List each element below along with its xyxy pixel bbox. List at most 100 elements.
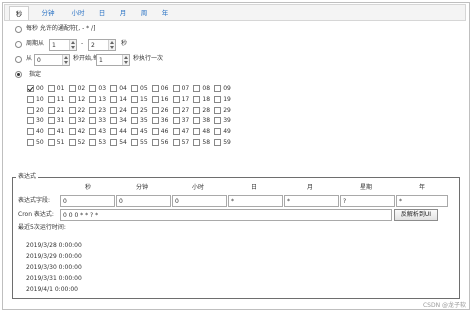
cycle-to-input[interactable]: 2 — [88, 39, 116, 51]
checkbox[interactable] — [172, 95, 180, 103]
checkbox[interactable] — [214, 139, 222, 146]
checkbox[interactable] — [151, 139, 159, 146]
checkbox[interactable] — [214, 85, 222, 92]
tab-bar: 秒 分钟 小时 日 月 周 年 — [4, 4, 466, 21]
checkbox[interactable] — [172, 106, 180, 114]
second-checkbox-item[interactable]: 39 — [214, 117, 238, 126]
checkbox[interactable] — [89, 117, 97, 125]
checkbox[interactable] — [151, 85, 159, 92]
checkbox[interactable] — [27, 139, 34, 146]
checkbox[interactable] — [27, 106, 34, 114]
second-checkbox-item[interactable]: 59 — [214, 139, 238, 148]
checkbox[interactable] — [193, 106, 201, 114]
col-header-day: 日 — [250, 184, 257, 191]
from-step-spinner[interactable] — [122, 55, 129, 65]
checkbox[interactable] — [68, 117, 76, 125]
checkbox[interactable] — [193, 117, 201, 125]
checkbox[interactable] — [27, 128, 34, 136]
checkbox[interactable] — [110, 95, 118, 103]
second-checkbox-item[interactable]: 09 — [214, 85, 238, 94]
checkbox[interactable] — [172, 139, 180, 146]
checkbox[interactable] — [47, 85, 55, 92]
checkbox[interactable] — [151, 117, 159, 125]
checkbox[interactable] — [47, 128, 55, 136]
field-month-input[interactable]: * — [284, 195, 339, 207]
field-minute-input[interactable]: 0 — [116, 195, 171, 207]
checkbox-label: 35 — [140, 117, 148, 125]
checkbox[interactable] — [110, 106, 118, 114]
field-year-input[interactable]: * — [396, 195, 448, 207]
checkbox[interactable] — [172, 117, 180, 125]
second-checkbox-item[interactable]: 49 — [214, 128, 238, 137]
checkbox[interactable] — [89, 95, 97, 103]
from-step-input[interactable]: 1 — [96, 54, 130, 66]
tab-minute[interactable]: 分钟 — [35, 6, 61, 20]
radio-specify[interactable] — [15, 71, 22, 78]
checkbox[interactable] — [131, 128, 138, 136]
checkbox[interactable] — [214, 128, 222, 136]
field-day-input[interactable]: * — [228, 195, 283, 207]
checkbox[interactable] — [214, 95, 222, 103]
tab-month[interactable]: 月 — [114, 6, 132, 20]
tab-year[interactable]: 年 — [156, 6, 174, 20]
checkbox[interactable] — [193, 85, 201, 92]
checkbox[interactable] — [68, 106, 76, 114]
second-checkbox-item[interactable]: 19 — [214, 95, 238, 105]
cycle-from-spinner[interactable] — [69, 40, 76, 50]
field-second-input[interactable]: 0 — [60, 195, 115, 207]
radio-from[interactable] — [15, 56, 22, 63]
from-start-input[interactable]: 0 — [34, 54, 70, 66]
checkbox[interactable] — [47, 139, 55, 146]
checkbox[interactable] — [68, 139, 76, 146]
radio-every-second[interactable] — [15, 26, 22, 33]
checkbox[interactable] — [110, 128, 118, 136]
checkbox[interactable] — [110, 117, 118, 125]
checkbox-label: 15 — [140, 95, 148, 103]
checkbox[interactable] — [131, 117, 138, 125]
checkbox[interactable] — [27, 95, 34, 103]
checkbox[interactable] — [89, 128, 97, 136]
checkbox[interactable] — [89, 106, 97, 114]
checkbox[interactable] — [214, 106, 222, 114]
checkbox-label: 48 — [202, 128, 211, 136]
cron-expression-input[interactable]: 0 0 0 * * ? * — [60, 209, 392, 221]
cycle-to-value: 2 — [91, 42, 95, 49]
checkbox[interactable] — [193, 128, 201, 136]
checkbox[interactable] — [172, 128, 180, 136]
tab-second[interactable]: 秒 — [9, 6, 29, 20]
checkbox[interactable] — [110, 139, 118, 146]
cycle-to-spinner[interactable] — [108, 40, 115, 50]
second-checkbox-item[interactable]: 29 — [214, 106, 238, 116]
checkbox[interactable] — [27, 85, 34, 92]
checkbox[interactable] — [151, 95, 159, 103]
field-hour-input[interactable]: 0 — [172, 195, 227, 207]
tab-day[interactable]: 日 — [93, 6, 111, 20]
checkbox[interactable] — [193, 139, 201, 146]
checkbox[interactable] — [47, 95, 55, 103]
checkbox[interactable] — [27, 117, 34, 125]
checkbox[interactable] — [151, 128, 159, 136]
checkbox[interactable] — [131, 139, 138, 146]
checkbox[interactable] — [172, 85, 180, 92]
radio-cycle[interactable] — [15, 41, 22, 48]
checkbox[interactable] — [68, 95, 76, 103]
checkbox[interactable] — [214, 117, 222, 125]
checkbox[interactable] — [89, 85, 97, 92]
checkbox[interactable] — [68, 85, 76, 92]
checkbox[interactable] — [151, 106, 159, 114]
checkbox[interactable] — [131, 95, 138, 103]
field-weekday-input[interactable]: ? — [340, 195, 395, 207]
tab-hour[interactable]: 小时 — [65, 6, 91, 20]
tab-week[interactable]: 周 — [135, 6, 153, 20]
checkbox[interactable] — [110, 85, 118, 92]
checkbox[interactable] — [47, 106, 55, 114]
checkbox[interactable] — [131, 85, 138, 92]
from-start-spinner[interactable] — [62, 55, 69, 65]
checkbox[interactable] — [89, 139, 97, 146]
checkbox[interactable] — [68, 128, 76, 136]
cycle-from-input[interactable]: 1 — [49, 39, 77, 51]
checkbox[interactable] — [47, 117, 55, 125]
parse-to-ui-button[interactable]: 反解析到UI — [394, 209, 438, 221]
checkbox[interactable] — [131, 106, 138, 114]
checkbox[interactable] — [193, 95, 201, 103]
